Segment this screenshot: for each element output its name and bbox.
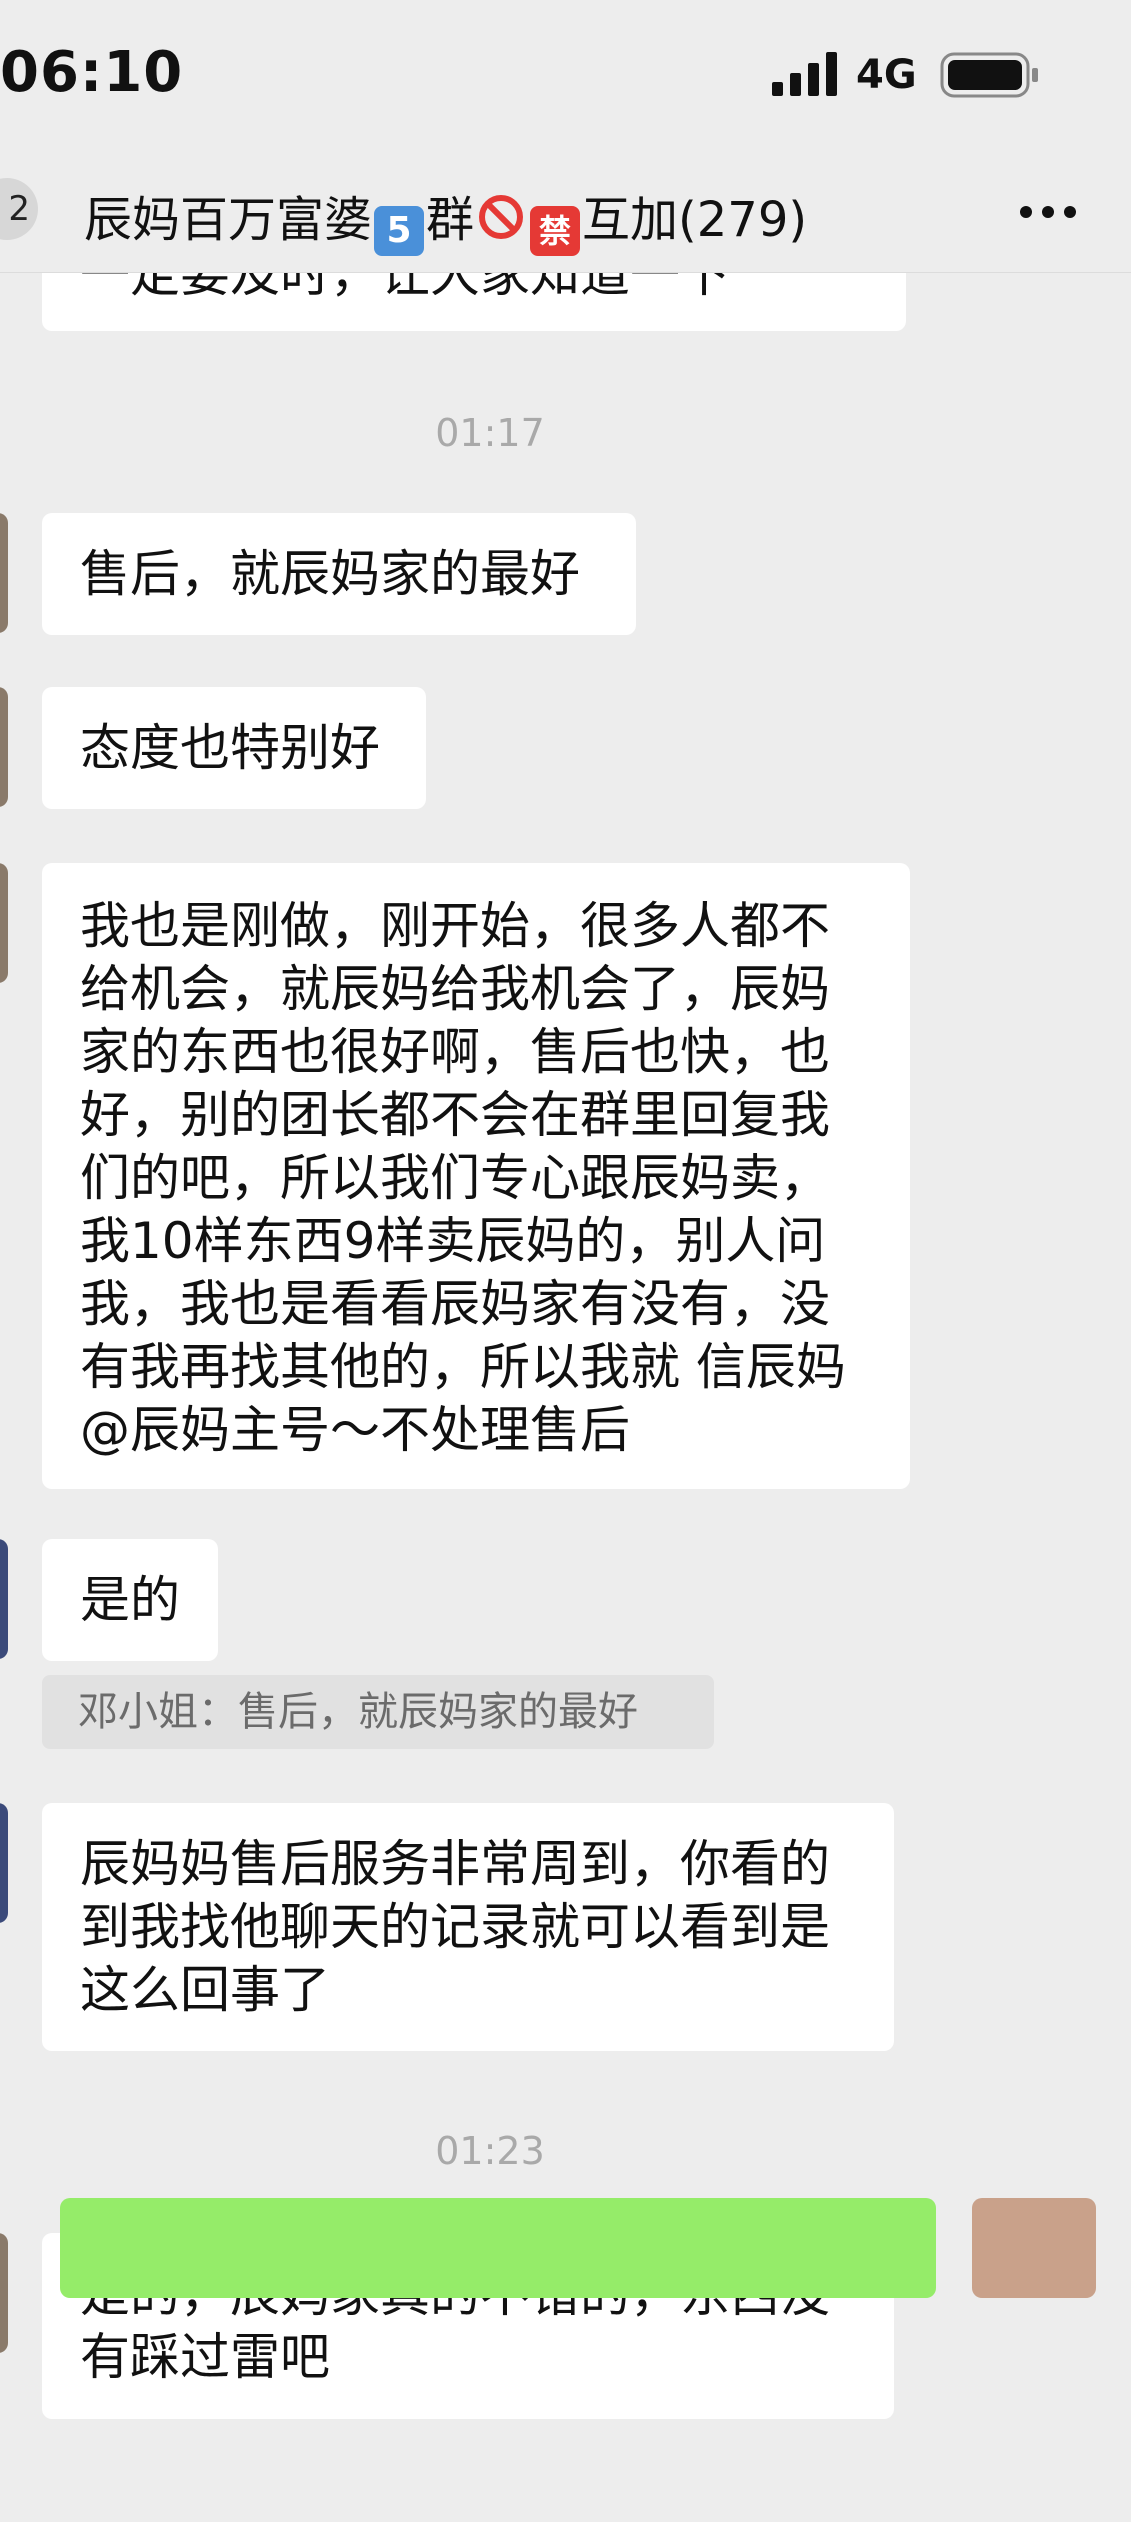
back-button[interactable]: 2 [0, 178, 38, 240]
status-bar: 06:10 4G [0, 0, 1131, 150]
message-line: 这么回事了 [80, 1961, 330, 2019]
avatar[interactable] [0, 513, 8, 633]
avatar[interactable] [0, 863, 8, 983]
chat-title: 辰妈百万富婆 5 群 禁互加(279) [84, 180, 807, 256]
battery-icon [940, 52, 1038, 98]
message-bubble[interactable]: 辰妈妈售后服务非常周到，你看的 到我找他聊天的记录就可以看到是 这么回事了 [42, 1803, 894, 2051]
message-list[interactable]: 一定要及时，让大家知道一下 01:17 售后，就辰妈家的最好 态度也特别好 我也… [0, 273, 1131, 2522]
signal-strength-icon [772, 52, 837, 96]
message-text: 态度也特别好 [80, 719, 380, 777]
timestamp: 01:23 [435, 2129, 545, 2173]
message-bubble[interactable]: 售后，就辰妈家的最好 [42, 513, 636, 635]
own-avatar[interactable] [972, 2198, 1096, 2298]
chat-header: 2 辰妈百万富婆 5 群 禁互加(279) [0, 150, 1131, 273]
avatar[interactable] [0, 687, 8, 807]
title-suffix: 互加(279) [582, 192, 808, 248]
avatar[interactable] [0, 1803, 8, 1923]
message-line: 到我找他聊天的记录就可以看到是 [80, 1898, 830, 1956]
message-line: 家的东西也很好啊，售后也快，也 [80, 1023, 830, 1081]
more-options-icon[interactable] [1018, 202, 1078, 222]
network-type: 4G [856, 52, 917, 98]
forbidden-character-icon: 禁 [530, 206, 581, 256]
prohibited-icon [479, 195, 524, 239]
message-line: 们的吧，所以我们专心跟辰妈卖， [80, 1149, 830, 1207]
message-line: 我10样东西9样卖辰妈的，别人问 [80, 1212, 826, 1270]
message-text: 售后，就辰妈家的最好 [80, 545, 580, 603]
message-line: 给机会，就辰妈给我机会了，辰妈 [80, 960, 830, 1018]
title-group: 群 [426, 192, 475, 248]
message-text: 是的 [80, 1571, 180, 1629]
avatar[interactable] [0, 2233, 8, 2353]
message-line: 我也是刚做，刚开始，很多人都不 [80, 897, 830, 955]
keycap-five-icon: 5 [374, 206, 425, 256]
message-line: 有踩过雷吧 [80, 2328, 330, 2386]
message-line: 好，别的团长都不会在群里回复我 [80, 1086, 830, 1144]
message-bubble[interactable]: 是的 [42, 1539, 218, 1661]
message-line: 辰妈妈售后服务非常周到，你看的 [80, 1835, 830, 1893]
timestamp: 01:17 [435, 411, 545, 455]
message-line: @辰妈主号～不处理售后 [80, 1401, 630, 1459]
message-line: 我，我也是看看辰妈家有没有，没 [80, 1275, 830, 1333]
message-bubble[interactable]: 态度也特别好 [42, 687, 426, 809]
message-text: 一定要及时，让大家知道一下 [80, 273, 730, 303]
message-bubble[interactable]: 一定要及时，让大家知道一下 [42, 273, 906, 331]
status-time: 06:10 [0, 40, 184, 105]
message-bubble[interactable]: 我也是刚做，刚开始，很多人都不 给机会，就辰妈给我机会了，辰妈 家的东西也很好啊… [42, 863, 910, 1489]
own-message-bubble[interactable] [60, 2198, 936, 2298]
title-prefix: 辰妈百万富婆 [84, 192, 373, 248]
message-line: 有我再找其他的，所以我就 信辰妈 [80, 1338, 846, 1396]
quoted-reply[interactable]: 邓小姐：售后，就辰妈家的最好 [42, 1675, 714, 1749]
avatar[interactable] [0, 1539, 8, 1659]
chat-screen: 06:10 4G 2 辰妈百万富婆 5 群禁互加(279) 一定要及时，让大家知道 [0, 0, 1131, 2522]
